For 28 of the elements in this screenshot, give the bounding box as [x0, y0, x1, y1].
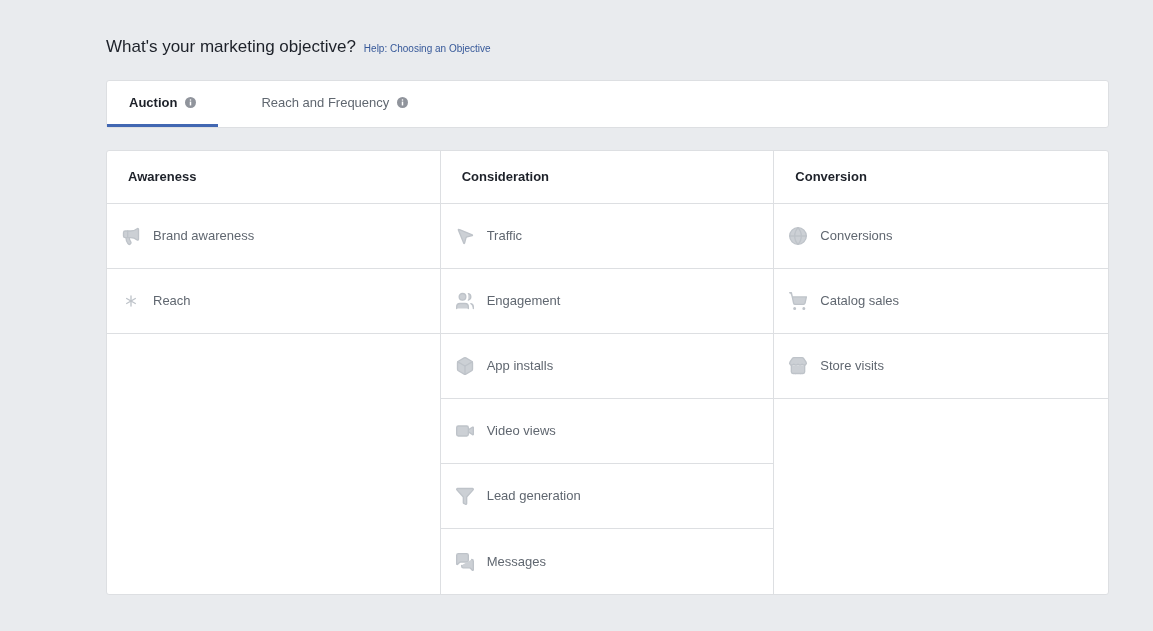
objective-option[interactable]: Reach [107, 269, 440, 334]
column-header: Awareness [128, 168, 197, 187]
megaphone-icon [121, 226, 141, 246]
objective-option[interactable]: Video views [440, 399, 774, 464]
objective-option[interactable]: App installs [440, 334, 774, 399]
funnel-icon [454, 486, 475, 506]
objective-option[interactable]: Messages [440, 529, 774, 594]
objective-option[interactable]: Conversions [774, 204, 1108, 269]
cart-icon [788, 291, 809, 311]
objective-option[interactable]: Catalog sales [774, 269, 1108, 334]
tab[interactable]: Reach and Frequency [218, 81, 452, 127]
people-icon [454, 291, 475, 311]
chat-bubbles-icon [454, 551, 475, 572]
objective-option[interactable]: Engagement [440, 269, 774, 334]
page-heading: What's your marketing objective? [106, 36, 356, 58]
objective-option[interactable]: Store visits [774, 334, 1108, 399]
objective-option[interactable]: Lead generation [440, 464, 774, 529]
store-icon [788, 356, 809, 376]
objective-option[interactable]: Brand awareness [107, 204, 440, 269]
column-header: Conversion [795, 168, 867, 187]
info-icon [397, 97, 409, 108]
help-link[interactable]: Help: Choosing an Objective [363, 41, 491, 56]
globe-icon [788, 226, 809, 246]
column-header: Consideration [461, 168, 550, 187]
info-icon [185, 97, 197, 108]
objective-option[interactable]: Traffic [440, 204, 774, 269]
cube-icon [454, 356, 475, 376]
tab[interactable]: Auction [107, 81, 219, 127]
